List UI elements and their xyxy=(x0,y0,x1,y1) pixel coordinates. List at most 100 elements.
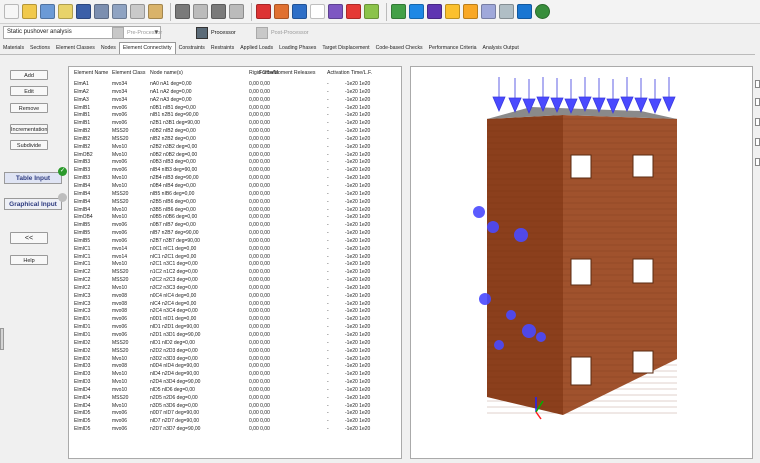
table-row[interactable]: ElmID1 mvo06 nID1 n2D1 deg=90,00 0,00 0,00 -… xyxy=(69,324,401,332)
tools-icon[interactable] xyxy=(499,4,514,19)
table-row[interactable]: ElmIB5 mvo06 n0B7 nIB7 deg=0,00 0,00 0,00 - -… xyxy=(69,222,401,230)
tab-constraints[interactable]: Constraints xyxy=(176,43,208,54)
table-row[interactable]: ElmIB3 mvo06 n0B3 nIB3 deg=0,00 0,00 0,00 - -… xyxy=(69,159,401,167)
collapse-button[interactable]: << xyxy=(10,232,48,244)
network-icon[interactable] xyxy=(292,4,307,19)
save-icon[interactable] xyxy=(76,4,91,19)
table-row[interactable]: ElmIB5 mvo06 n2B7 n3B7 deg=90,00 0,00 0,00 -… xyxy=(69,238,401,246)
help-button[interactable]: Help xyxy=(10,255,48,265)
new-file-icon[interactable] xyxy=(4,4,19,19)
graphical-input-button[interactable]: Graphical Input xyxy=(4,198,62,210)
table-row[interactable]: ElmIB5 mvo06 nIB7 n2B7 deg=90,00 0,00 0,00 -… xyxy=(69,230,401,238)
table-row[interactable]: ElmID5 mvo06 nID7 n2D7 deg=90,00 0,00 0,00 -… xyxy=(69,418,401,426)
add-button[interactable]: Add xyxy=(10,70,48,80)
table-row[interactable]: ElmIB2 MSS20 n0B2 nIB2 deg=0,00 0,00 0,00 - -… xyxy=(69,128,401,136)
redo-dropdown-icon[interactable] xyxy=(229,4,244,19)
tab-restraints[interactable]: Restraints xyxy=(208,43,237,54)
remove-button[interactable]: Remove xyxy=(10,103,48,113)
pre-processor-button[interactable]: Pre-Processor xyxy=(112,26,162,39)
print-preview-icon[interactable] xyxy=(112,4,127,19)
table-row[interactable]: ElmID2 Mvo10 n3D2 n3D3 deg=0,00 0,00 0,00 - -… xyxy=(69,356,401,364)
tab-target-displacement[interactable]: Target Displacement xyxy=(319,43,372,54)
table-row[interactable]: ElmA2 mvo34 nA1 nA2 deg=0,00 0,00 0,00 - -1e2… xyxy=(69,89,401,97)
table-row[interactable]: ElmIC2 MSS20 n1C2 n1C2 deg=0,00 0,00 0,00 - -… xyxy=(69,269,401,277)
table-row[interactable]: ElmIB1 mvo06 n0B1 nIB1 deg=0,00 0,00 0,00 - -… xyxy=(69,105,401,113)
open-folder-icon[interactable] xyxy=(22,4,37,19)
gear-red-icon[interactable] xyxy=(346,4,361,19)
right-edge-marker[interactable] xyxy=(755,98,760,106)
column-header-element-name[interactable]: Element Name xyxy=(74,70,108,76)
right-edge-marker[interactable] xyxy=(755,118,760,126)
wand-icon[interactable] xyxy=(58,4,73,19)
right-edge-marker[interactable] xyxy=(755,80,760,88)
table-row[interactable]: ElmIC3 mvo08 n0C4 nIC4 deg=0,00 0,00 0,00 - -… xyxy=(69,293,401,301)
column-header-element-class[interactable]: Element Class xyxy=(112,70,145,76)
edit-button[interactable]: Edit xyxy=(10,86,48,96)
help-icon[interactable] xyxy=(391,4,406,19)
left-scrollbar-handle[interactable] xyxy=(0,328,4,350)
tab-sections[interactable]: Sections xyxy=(27,43,53,54)
grid-icon[interactable] xyxy=(40,4,55,19)
undo-dropdown-icon[interactable] xyxy=(193,4,208,19)
right-edge-marker[interactable] xyxy=(755,158,760,166)
post-processor-button[interactable]: Post-Processor xyxy=(256,26,309,39)
tab-materials[interactable]: Materials xyxy=(0,43,27,54)
table-row[interactable]: ElmIB4 Mvo10 n3B5 nIB6 deg=0,00 0,00 0,00 - -… xyxy=(69,207,401,215)
table-row[interactable]: ElmIB3 Mvo10 n2B4 nIB3 deg=90,00 0,00 0,00 -… xyxy=(69,175,401,183)
paste-icon[interactable] xyxy=(148,4,163,19)
table-row[interactable]: ElmID4 mvo10 nID5 nID6 deg=0,00 0,00 0,00 - -… xyxy=(69,387,401,395)
undo-icon[interactable] xyxy=(175,4,190,19)
settings-gear-icon[interactable] xyxy=(328,4,343,19)
table-row[interactable]: ElmID5 mvo06 n2D7 n3D7 deg=90,00 0,00 0,00 -… xyxy=(69,426,401,434)
right-edge-marker[interactable] xyxy=(755,138,760,146)
table-row[interactable]: ElmIB2 MSS20 nIB2 n2B2 deg=0,00 0,00 0,00 - -… xyxy=(69,136,401,144)
subdivide-button[interactable]: Subdivide xyxy=(10,140,48,150)
column-header-force-moment-releases[interactable]: Force/Moment Releases xyxy=(259,70,316,76)
table-row[interactable]: ElmA1 mvo34 nA0 nA1 deg=0,00 0,00 0,00 - -1e2… xyxy=(69,81,401,89)
table-row[interactable]: ElmIB1 mvo06 n2B1 n3B1 deg=90,00 0,00 0,00 -… xyxy=(69,120,401,128)
book-icon[interactable] xyxy=(409,4,424,19)
tab-element-connectivity[interactable]: Element Connectivity xyxy=(118,42,176,54)
book2-icon[interactable] xyxy=(427,4,442,19)
table-row[interactable]: ElmIC1 mvo14 n0C1 nIC1 deg=0,00 0,00 0,00 - -… xyxy=(69,246,401,254)
table-row[interactable]: ElmIB4 MSS20 n2B5 nIB6 deg=0,00 0,00 0,00 - -… xyxy=(69,199,401,207)
table-row[interactable]: ElmA3 mvo34 nA2 nA3 deg=0,00 0,00 0,00 - -1e2… xyxy=(69,97,401,105)
tab-code-based-checks[interactable]: Code-based Checks xyxy=(373,43,426,54)
3d-model-viewport[interactable] xyxy=(410,66,753,459)
folder-color-icon[interactable] xyxy=(445,4,460,19)
table-row[interactable]: ElmIC1 Mvo10 n2C1 n3C1 deg=0,00 0,00 0,00 - -… xyxy=(69,261,401,269)
table-row[interactable]: ElmIB1 mvo06 nIB1 n2B1 deg=90,00 0,00 0,00 -… xyxy=(69,112,401,120)
copy-icon[interactable] xyxy=(130,4,145,19)
table-row[interactable]: ElmID3 mvo08 n0D4 nID4 deg=90,00 0,00 0,00 -… xyxy=(69,363,401,371)
table-row[interactable]: ElmIC3 mvo08 n2C4 n3C4 deg=0,00 0,00 0,00 - -… xyxy=(69,308,401,316)
table-row[interactable]: ElmIC3 mvo08 nIC4 n2C4 deg=0,00 0,00 0,00 - -… xyxy=(69,301,401,309)
folder-yellow-icon[interactable] xyxy=(463,4,478,19)
table-row[interactable]: ElmIB4 MSS20 nIB5 nIB6 deg=0,00 0,00 0,00 - -… xyxy=(69,191,401,199)
units-icon[interactable] xyxy=(310,4,325,19)
table-row[interactable]: ElmIB4 Mvo10 n0B4 nIB4 deg=0,00 0,00 0,00 - -… xyxy=(69,183,401,191)
tab-applied-loads[interactable]: Applied Loads xyxy=(237,43,276,54)
paint-icon[interactable] xyxy=(364,4,379,19)
table-row[interactable]: ElmIC2 MSS20 n2C2 n2C3 deg=0,00 0,00 0,00 - -… xyxy=(69,277,401,285)
table-row[interactable]: ElmID1 mvo06 n2D1 n3D1 deg=90,00 0,00 0,00 -… xyxy=(69,332,401,340)
table-row[interactable]: ElmIC1 mvo14 nIC1 n2C1 deg=0,00 0,00 0,00 - -… xyxy=(69,254,401,262)
envelope-icon[interactable] xyxy=(481,4,496,19)
table-input-button[interactable]: Table Input xyxy=(4,172,62,184)
processor-button[interactable]: Processor xyxy=(196,26,236,39)
globe-icon[interactable] xyxy=(535,4,550,19)
tab-element-classes[interactable]: Element Classes xyxy=(53,43,98,54)
table-row[interactable]: ElmID5 mvo06 n0D7 nID7 deg=90,00 0,00 0,00 -… xyxy=(69,410,401,418)
table-row[interactable]: ElmID3 Mvo10 n2D4 n3D4 deg=90,00 0,00 0,00 -… xyxy=(69,379,401,387)
table-row[interactable]: ElmID4 MSS20 n2D5 n2D6 deg=0,00 0,00 0,00 - -… xyxy=(69,395,401,403)
table-row[interactable]: ElmIC2 Mvo10 n3C2 n3C3 deg=0,00 0,00 0,00 - -… xyxy=(69,285,401,293)
print-icon[interactable] xyxy=(94,4,109,19)
table-row[interactable]: ElmID4 Mvo10 n3D5 n3D6 deg=0,00 0,00 0,00 - -… xyxy=(69,403,401,411)
table-row[interactable]: ElmID2 MSS20 nID1 nID2 deg=0,00 0,00 0,00 - -… xyxy=(69,340,401,348)
edit-icon[interactable] xyxy=(517,4,532,19)
table-row[interactable]: ElmID3 Mvo10 nID4 n2D4 deg=90,00 0,00 0,00 -… xyxy=(69,371,401,379)
redo-icon[interactable] xyxy=(211,4,226,19)
table-row[interactable]: ElmOB2 Mvo10 n0B2 n0B2 deg=0,00 0,00 0,00 - -… xyxy=(69,152,401,160)
cut-icon[interactable] xyxy=(256,4,271,19)
table-row[interactable]: ElmID1 mvo06 n0D1 nID1 deg=0,00 0,00 0,00 - -… xyxy=(69,316,401,324)
column-header-node-names[interactable]: Node name(s) xyxy=(150,70,183,76)
